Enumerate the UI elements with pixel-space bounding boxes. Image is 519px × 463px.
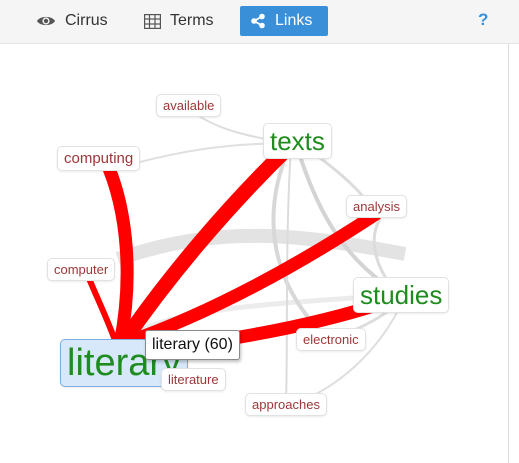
tab-cirrus[interactable]: Cirrus <box>28 6 116 36</box>
help-button[interactable]: ? <box>478 10 488 30</box>
panel-border <box>508 44 509 463</box>
link-texts-literary-weak <box>115 228 407 266</box>
node-available[interactable]: available <box>156 94 222 117</box>
node-analysis-label: analysis <box>353 199 400 214</box>
node-tooltip: literary (60) <box>145 330 240 360</box>
node-available-label: available <box>163 98 215 113</box>
node-electronic[interactable]: electronic <box>296 328 366 351</box>
share-icon <box>251 13 265 29</box>
node-texts[interactable]: texts <box>263 123 332 159</box>
node-computer[interactable]: computer <box>47 258 116 281</box>
tab-links[interactable]: Links <box>240 6 328 36</box>
node-approaches-label: approaches <box>252 397 320 412</box>
toolbar: Cirrus Terms Links ? <box>0 0 519 44</box>
node-computing-label: computing <box>64 150 134 167</box>
tab-cirrus-label: Cirrus <box>65 12 108 29</box>
node-computer-label: computer <box>54 262 109 277</box>
links-graph[interactable]: available texts computing analysis compu… <box>0 44 508 463</box>
table-icon <box>144 13 161 29</box>
tab-links-label: Links <box>275 12 313 29</box>
node-literature[interactable]: literature <box>161 368 226 391</box>
node-electronic-label: electronic <box>303 332 359 347</box>
node-approaches[interactable]: approaches <box>245 393 327 416</box>
link-texts-studies <box>294 143 402 296</box>
link-literary-computer <box>83 268 121 352</box>
eye-icon <box>37 16 55 26</box>
node-texts-label: texts <box>270 126 325 156</box>
tab-terms[interactable]: Terms <box>136 6 222 36</box>
tab-terms-label: Terms <box>170 12 214 29</box>
node-analysis[interactable]: analysis <box>346 195 407 218</box>
node-literature-label: literature <box>168 372 219 387</box>
node-computing[interactable]: computing <box>57 146 141 171</box>
node-studies[interactable]: studies <box>353 277 450 313</box>
node-studies-label: studies <box>360 280 443 310</box>
